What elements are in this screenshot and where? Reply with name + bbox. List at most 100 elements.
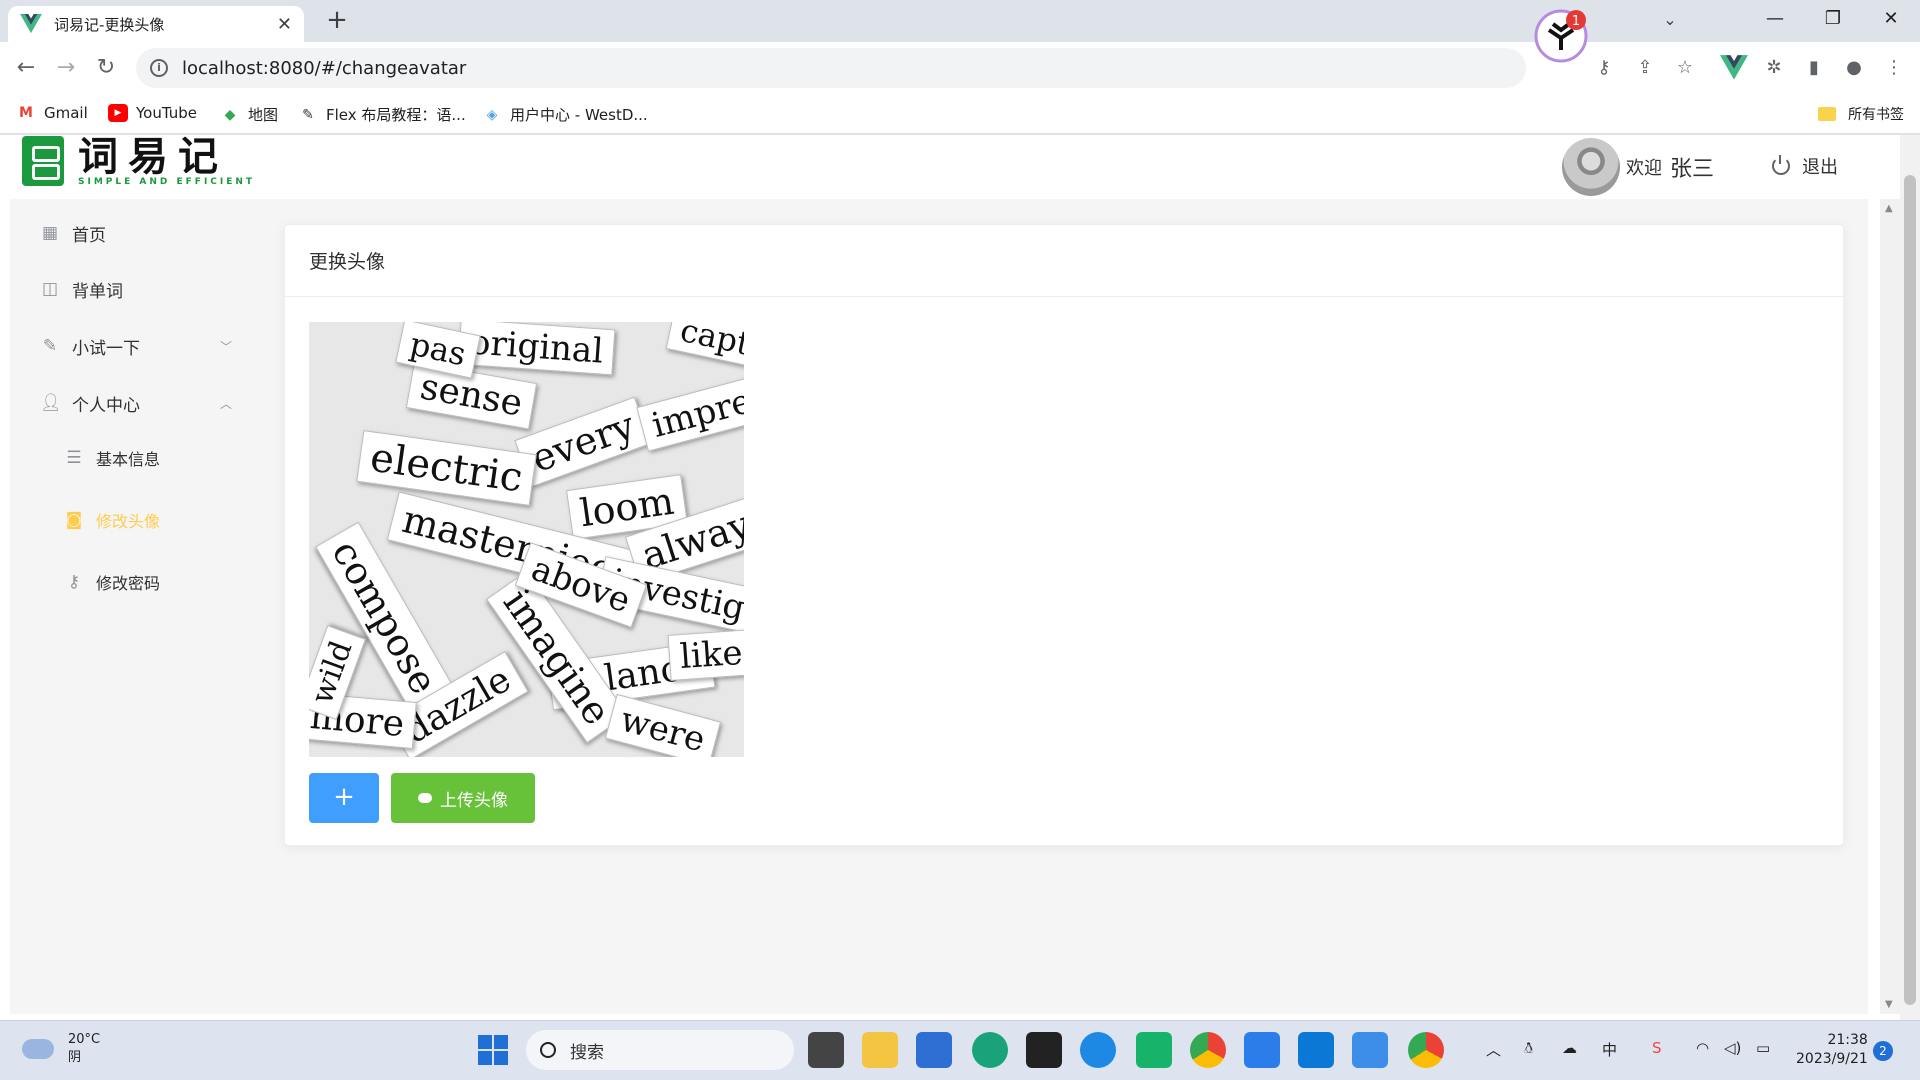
app-header: 词易记 SIMPLE AND EFFICIENT 欢迎 张三 退出: [0, 135, 1880, 199]
onedrive-icon[interactable]: ☁: [1562, 1039, 1577, 1057]
sidebar-item-memorize[interactable]: ◫ 背单词: [10, 261, 258, 317]
image-word: every: [514, 396, 652, 488]
browser-toolbar: ← → ↻ i localhost:8080/#/changeavatar 1 …: [0, 9, 1920, 94]
vue-logo-icon: [20, 14, 42, 34]
profile-icon[interactable]: ●: [1840, 54, 1868, 82]
image-word: impressio: [636, 358, 744, 452]
forward-icon[interactable]: →: [50, 52, 82, 84]
paint-icon[interactable]: [1352, 1032, 1388, 1068]
security-icon[interactable]: S: [1652, 1039, 1662, 1057]
weather-condition: 阴: [68, 1050, 82, 1065]
sidebar-item-label: 小试一下: [72, 338, 140, 359]
wifi-icon[interactable]: ◠: [1696, 1039, 1709, 1057]
sidebar-item-quiz[interactable]: ✎ 小试一下 ﹀: [10, 318, 258, 374]
vue-devtools-icon[interactable]: [1720, 54, 1748, 82]
sidebar-item-personal[interactable]: 👤︎ 个人中心 ︿: [10, 375, 258, 431]
inner-scrollbar[interactable]: ▲ ▼: [1880, 199, 1900, 1014]
close-window-icon[interactable]: ✕: [1862, 0, 1920, 42]
sidebar-item-label: 背单词: [72, 281, 123, 302]
chrome-icon[interactable]: [1190, 1032, 1226, 1068]
bookmark-label: Gmail: [44, 104, 88, 122]
pencil-icon: ✎: [42, 336, 58, 356]
tab-search-icon[interactable]: ⌄: [1652, 2, 1688, 38]
card-title: 更换头像: [285, 225, 1843, 297]
upload-avatar-button[interactable]: 上传头像: [391, 773, 535, 823]
user-avatar[interactable]: [1562, 138, 1620, 196]
page-scrollbar[interactable]: [1900, 135, 1920, 1020]
clock-time: 21:38: [1827, 1032, 1868, 1048]
scroll-up-icon[interactable]: ▲: [1885, 203, 1893, 214]
browser-tab[interactable]: 词易记-更换头像 ✕: [8, 6, 304, 42]
chevron-down-icon: ﹀: [219, 339, 232, 354]
sidebar-item-home[interactable]: ▦ 首页: [10, 205, 258, 261]
browser-tab-bar: 词易记-更换头像 ✕ + ⌄ — ❐ ✕: [0, 0, 1920, 42]
sidebar-item-label: 首页: [72, 225, 106, 246]
upload-label: 上传头像: [440, 790, 508, 811]
more-menu-icon[interactable]: ⋮: [1880, 54, 1908, 82]
bookmark-maps[interactable]: ◆ 地图: [220, 104, 278, 125]
back-icon[interactable]: ←: [10, 52, 42, 84]
address-bar[interactable]: i localhost:8080/#/changeavatar: [136, 48, 1526, 88]
temperature: 20°C: [68, 1032, 101, 1047]
new-tab-button[interactable]: +: [322, 6, 352, 36]
task-view-icon[interactable]: [808, 1032, 844, 1068]
restore-icon[interactable]: ❐: [1804, 0, 1862, 42]
sidebar: ▦ 首页 ◫ 背单词 ✎ 小试一下 ﹀ 👤︎ 个人中心 ︿ ☰ 基本信息 ◙ 修…: [10, 199, 258, 1014]
ie-icon[interactable]: [1080, 1032, 1116, 1068]
welcome-text: 欢迎: [1626, 158, 1662, 179]
battery-icon[interactable]: ▭: [1756, 1039, 1770, 1057]
site-info-icon[interactable]: i: [150, 59, 168, 77]
whiteboard-icon[interactable]: [1244, 1032, 1280, 1068]
qq-icon[interactable]: 🐧︎: [1524, 1039, 1533, 1059]
search-placeholder: 搜索: [570, 1042, 604, 1063]
image-word: like: [667, 629, 744, 681]
username: 张三: [1670, 157, 1715, 182]
logout-button[interactable]: 退出: [1772, 153, 1838, 179]
store-icon[interactable]: [916, 1032, 952, 1068]
bookmark-gmail[interactable]: M Gmail: [16, 104, 88, 122]
user-icon: 👤︎: [40, 393, 62, 413]
weather-widget[interactable]: 20°C 阴: [22, 1031, 100, 1067]
reload-icon[interactable]: ↻: [90, 52, 122, 84]
scrollbar-thumb[interactable]: [1904, 175, 1916, 1005]
sidebar-subitem-change-avatar[interactable]: ◙ 修改头像: [10, 492, 258, 548]
tray-chevron-icon[interactable]: ︿: [1486, 1039, 1501, 1060]
image-word: were: [604, 693, 721, 757]
wechat-icon[interactable]: [1136, 1032, 1172, 1068]
close-tab-icon[interactable]: ✕: [277, 14, 292, 35]
westd-icon: ◈: [486, 106, 498, 123]
password-key-icon[interactable]: ⚷: [1590, 54, 1618, 82]
scroll-down-icon[interactable]: ▼: [1885, 999, 1893, 1010]
file-explorer-icon[interactable]: [862, 1032, 898, 1068]
all-bookmarks[interactable]: 所有书签: [1818, 104, 1904, 124]
image-word: original: [457, 322, 616, 376]
image-word: captu: [665, 322, 744, 373]
notification-badge[interactable]: 2: [1873, 1041, 1893, 1061]
chrome-icon-2[interactable]: [1408, 1032, 1444, 1068]
bookmark-label: YouTube: [136, 104, 197, 122]
select-image-button[interactable]: +: [309, 773, 379, 823]
volume-icon[interactable]: ◁): [1724, 1039, 1741, 1057]
jetbrains-icon[interactable]: [1026, 1032, 1062, 1068]
taskbar-search[interactable]: 搜索: [526, 1030, 794, 1070]
sliders-icon: ☰: [66, 448, 82, 468]
bookmark-star-icon[interactable]: ☆: [1671, 54, 1699, 82]
vscode-icon[interactable]: [1298, 1032, 1334, 1068]
ime-icon[interactable]: 中: [1602, 1039, 1617, 1060]
share-icon[interactable]: ⇪: [1631, 54, 1659, 82]
windows-start-icon[interactable]: [478, 1035, 508, 1065]
bookmark-flex[interactable]: ✎ Flex 布局教程：语...: [298, 104, 466, 125]
search-icon: [540, 1042, 556, 1058]
bookmark-westd[interactable]: ◈ 用户中心 - WestD...: [482, 104, 648, 125]
extensions-puzzle-icon[interactable]: ✲: [1760, 54, 1788, 82]
sidebar-subitem-change-password[interactable]: ⚷ 修改密码: [10, 554, 258, 610]
sidebar-subitem-basic-info[interactable]: ☰ 基本信息: [10, 430, 258, 486]
minimize-icon[interactable]: —: [1746, 0, 1804, 42]
window-controls: — ❐ ✕: [1746, 0, 1920, 42]
system-clock[interactable]: 21:38 2023/9/21: [1796, 1031, 1868, 1069]
app-logo[interactable]: 词易记 SIMPLE AND EFFICIENT: [22, 135, 255, 187]
edge-icon[interactable]: [972, 1032, 1008, 1068]
side-panel-icon[interactable]: ▮: [1800, 54, 1828, 82]
bookmark-youtube[interactable]: ▶ YouTube: [108, 104, 197, 122]
extension-avatar-icon[interactable]: 1: [1533, 8, 1589, 64]
